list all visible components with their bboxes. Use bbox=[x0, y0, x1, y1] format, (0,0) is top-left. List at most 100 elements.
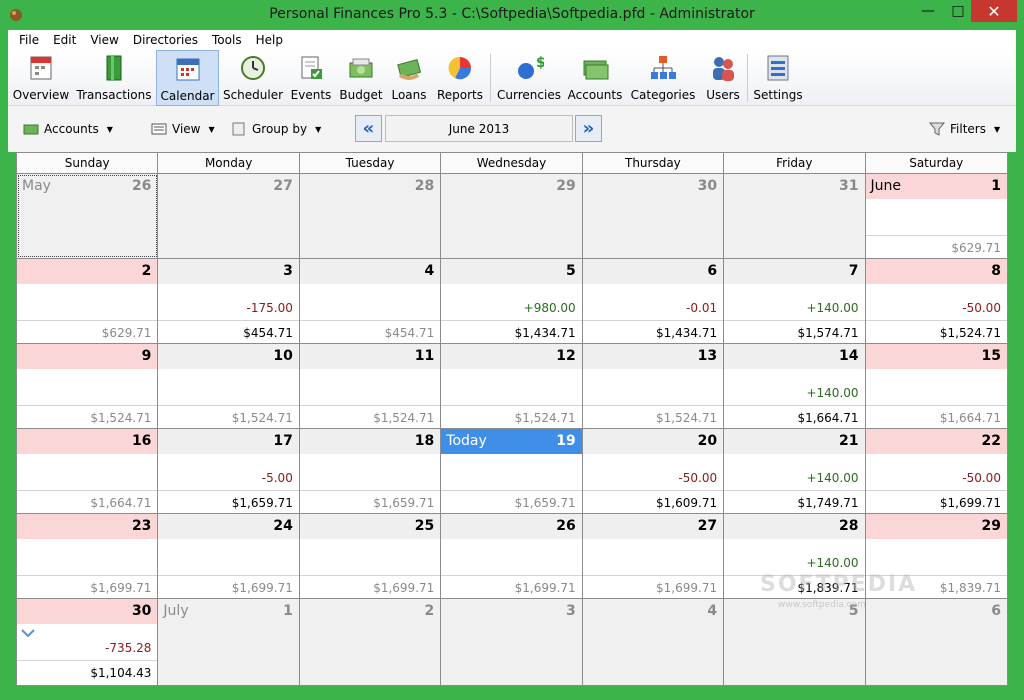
toolbar-label: Accounts bbox=[567, 88, 623, 102]
toolbar-calendar-button[interactable]: Calendar bbox=[156, 50, 219, 106]
toolbar-transactions-button[interactable]: Transactions bbox=[74, 50, 154, 106]
calendar-day-cell[interactable]: 24 $1,699.71 bbox=[158, 514, 300, 598]
filters-dropdown[interactable]: Filters ▼ bbox=[929, 120, 1000, 138]
menu-edit[interactable]: Edit bbox=[46, 33, 83, 47]
toolbar-settings-button[interactable]: Settings bbox=[750, 50, 806, 106]
main-toolbar: Overview Transactions Calendar Scheduler… bbox=[8, 50, 1016, 106]
calendar-day-cell[interactable]: 4 $454.71 bbox=[299, 259, 442, 343]
expand-chevron-icon[interactable] bbox=[21, 628, 35, 638]
next-month-button[interactable]: » bbox=[575, 115, 602, 142]
calendar-day-cell[interactable]: June 1 $629.71 bbox=[865, 174, 1007, 258]
day-change-amount: -50.00 bbox=[678, 471, 718, 485]
day-number: 26 bbox=[131, 178, 152, 194]
calendar-day-cell[interactable]: 2 bbox=[299, 599, 442, 685]
calendar-day-cell[interactable]: 28 bbox=[299, 174, 442, 258]
day-number: 11 bbox=[414, 348, 435, 364]
accounts-dropdown-label: Accounts bbox=[44, 122, 99, 136]
maximize-button[interactable]: □ bbox=[945, 0, 971, 22]
menu-view[interactable]: View bbox=[83, 33, 125, 47]
calendar-day-cell[interactable]: 12 $1,524.71 bbox=[441, 344, 583, 428]
toolbar-budget-button[interactable]: Budget bbox=[337, 50, 385, 106]
day-balance: $1,749.71 bbox=[797, 496, 859, 510]
accounts-dropdown[interactable]: Accounts ▼ bbox=[23, 120, 113, 138]
calendar-day-cell[interactable]: May 26 bbox=[17, 174, 159, 258]
view-icon bbox=[151, 123, 167, 135]
calendar-day-cell[interactable]: 16 $1,664.71 bbox=[17, 429, 159, 513]
calendar-day-cell[interactable]: 5 +980.00 $1,434.71 bbox=[441, 259, 583, 343]
calendar-day-cell[interactable]: 22 -50.00 $1,699.71 bbox=[865, 429, 1007, 513]
day-change-amount: +140.00 bbox=[806, 471, 859, 485]
toolbar-overview-button[interactable]: Overview bbox=[10, 50, 72, 106]
toolbar-loans-button[interactable]: Loans bbox=[387, 50, 431, 106]
calendar-day-cell[interactable]: 31 bbox=[724, 174, 866, 258]
calendar-day-cell[interactable]: 29 bbox=[441, 174, 583, 258]
calendar-day-cell[interactable]: 26 $1,699.71 bbox=[441, 514, 583, 598]
toolbar-events-button[interactable]: Events bbox=[287, 50, 335, 106]
minimize-button[interactable]: — bbox=[911, 0, 945, 22]
toolbar-scheduler-button[interactable]: Scheduler bbox=[221, 50, 285, 106]
calendar-day-cell[interactable]: 11 $1,524.71 bbox=[299, 344, 442, 428]
toolbar-label: Events bbox=[290, 88, 332, 102]
day-balance: $1,524.71 bbox=[90, 411, 152, 425]
toolbar-categories-button[interactable]: Categories bbox=[627, 50, 699, 106]
day-number: 4 bbox=[424, 263, 435, 279]
calendar-day-cell[interactable]: 21 +140.00 $1,749.71 bbox=[724, 429, 866, 513]
menu-file[interactable]: File bbox=[12, 33, 46, 47]
balance-divider bbox=[582, 320, 724, 321]
day-balance: $629.71 bbox=[951, 241, 1001, 255]
group-by-label: Group by bbox=[252, 122, 308, 136]
calendar-week-row: May 26 27 28 29 30 31 June 1 $629.71 bbox=[17, 174, 1007, 259]
calendar-day-today[interactable]: Today 19 $1,659.71 bbox=[441, 429, 583, 513]
calendar-day-cell[interactable]: 17 -5.00 $1,659.71 bbox=[158, 429, 300, 513]
calendar-day-cell[interactable]: 2 $629.71 bbox=[17, 259, 159, 343]
menu-directories[interactable]: Directories bbox=[126, 33, 205, 47]
calendar-day-cell[interactable]: 14 +140.00 $1,664.71 bbox=[724, 344, 866, 428]
calendar-day-cell[interactable]: 27 bbox=[158, 174, 300, 258]
calendar-day-cell[interactable]: 18 $1,659.71 bbox=[299, 429, 442, 513]
day-balance: $1,664.71 bbox=[797, 411, 859, 425]
toolbar-label: Users bbox=[706, 88, 740, 102]
view-dropdown[interactable]: View ▼ bbox=[151, 120, 215, 138]
day-balance: $1,524.71 bbox=[373, 411, 435, 425]
calendar-day-cell[interactable]: 7 +140.00 $1,574.71 bbox=[724, 259, 866, 343]
toolbar-accounts-button[interactable]: Accounts bbox=[566, 50, 624, 106]
settings-icon bbox=[767, 55, 789, 81]
day-balance: $1,699.71 bbox=[231, 581, 293, 595]
toolbar-users-button[interactable]: Users bbox=[702, 50, 744, 106]
calendar-day-cell[interactable]: 9 $1,524.71 bbox=[17, 344, 159, 428]
calendar-day-cell[interactable]: 15 $1,664.71 bbox=[865, 344, 1007, 428]
calendar-day-cell[interactable]: 30 -735.28 $1,104.43 bbox=[17, 599, 159, 685]
calendar-day-cell[interactable]: 6 -0.01 $1,434.71 bbox=[582, 259, 725, 343]
day-balance: $1,699.71 bbox=[90, 581, 152, 595]
calendar-day-cell[interactable]: 25 $1,699.71 bbox=[299, 514, 442, 598]
previous-month-button[interactable]: « bbox=[355, 115, 382, 142]
calendar-day-cell[interactable]: 5 bbox=[724, 599, 866, 685]
calendar-day-cell[interactable]: 13 $1,524.71 bbox=[582, 344, 725, 428]
menu-help[interactable]: Help bbox=[249, 33, 290, 47]
calendar-day-cell[interactable]: 20 -50.00 $1,609.71 bbox=[582, 429, 725, 513]
calendar-day-cell[interactable]: 27 $1,699.71 bbox=[582, 514, 725, 598]
balance-divider bbox=[582, 490, 724, 491]
calendar-day-cell[interactable]: 10 $1,524.71 bbox=[158, 344, 300, 428]
group-by-dropdown[interactable]: Group by ▼ bbox=[231, 120, 321, 138]
calendar-day-cell[interactable]: 6 bbox=[865, 599, 1007, 685]
calendar-day-cell[interactable]: 3 -175.00 $454.71 bbox=[158, 259, 300, 343]
close-button[interactable]: ✕ bbox=[971, 0, 1017, 22]
calendar-day-cell[interactable]: 8 -50.00 $1,524.71 bbox=[865, 259, 1007, 343]
day-number: 15 bbox=[981, 348, 1001, 364]
calendar-day-cell[interactable]: 4 bbox=[582, 599, 725, 685]
calendar-day-cell[interactable]: 23 $1,699.71 bbox=[17, 514, 159, 598]
calendar-day-cell[interactable]: July 1 bbox=[158, 599, 300, 685]
month-label: May bbox=[22, 178, 51, 194]
day-number: 1 bbox=[283, 603, 293, 619]
calendar-day-cell[interactable]: 3 bbox=[441, 599, 583, 685]
current-month-display[interactable]: June 2013 bbox=[385, 115, 573, 142]
weekday-label: Monday bbox=[158, 153, 300, 173]
calendar-day-cell[interactable]: 30 bbox=[582, 174, 725, 258]
menu-tools[interactable]: Tools bbox=[205, 33, 249, 47]
balance-divider bbox=[582, 405, 724, 406]
day-number: 25 bbox=[414, 518, 435, 534]
toolbar-currencies-button[interactable]: $ Currencies bbox=[495, 50, 563, 106]
toolbar-reports-button[interactable]: Reports bbox=[433, 50, 487, 106]
balance-divider bbox=[865, 405, 1007, 406]
